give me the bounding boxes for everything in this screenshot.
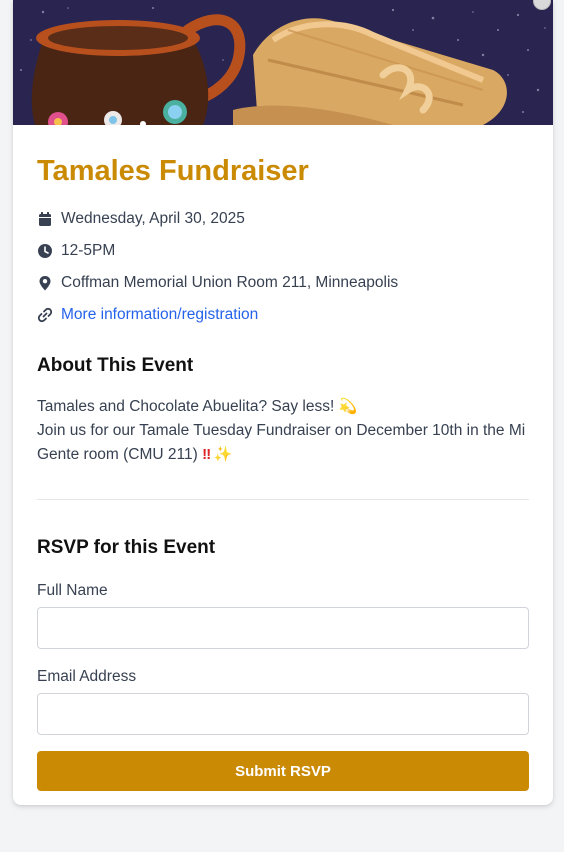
about-heading: About This Event — [37, 355, 194, 376]
email-label: Email Address — [37, 668, 137, 685]
event-card: Tamales Fundraiser Wednesday, April 30, … — [13, 0, 553, 805]
section-divider — [37, 499, 529, 500]
full-name-label: Full Name — [37, 582, 108, 599]
description-text-2: Join us for our Tamale Tuesday Fundraise… — [37, 422, 526, 463]
calendar-icon — [37, 211, 53, 227]
map-pin-icon — [37, 275, 53, 291]
email-input[interactable] — [37, 693, 529, 735]
event-link-row: More information/registration — [37, 299, 529, 331]
description-text-1: Tamales and Chocolate Abuelita? Say less… — [37, 398, 335, 415]
event-time: 12-5PM — [61, 242, 116, 259]
event-details: Wednesday, April 30, 2025 12-5PM Coffman… — [37, 203, 529, 331]
event-banner-image — [13, 0, 553, 125]
tamales-illustration — [13, 0, 553, 125]
clock-icon — [37, 243, 53, 259]
double-exclamation-icon: ‼ — [202, 446, 211, 463]
description-line-2: Join us for our Tamale Tuesday Fundraise… — [37, 419, 529, 467]
more-info-link[interactable]: More information/registration — [61, 306, 258, 324]
link-icon — [37, 307, 53, 323]
dizzy-emoji-icon: 💫 — [338, 398, 358, 415]
event-title: Tamales Fundraiser — [37, 155, 309, 187]
sparkles-icon: ✨ — [213, 446, 233, 463]
submit-rsvp-button[interactable]: Submit RSVP — [37, 751, 529, 791]
event-time-row: 12-5PM — [37, 235, 529, 267]
rsvp-heading: RSVP for this Event — [37, 537, 216, 558]
description-line-1: Tamales and Chocolate Abuelita? Say less… — [37, 395, 529, 419]
event-date-row: Wednesday, April 30, 2025 — [37, 203, 529, 235]
full-name-input[interactable] — [37, 607, 529, 649]
event-date: Wednesday, April 30, 2025 — [61, 210, 245, 227]
event-location: Coffman Memorial Union Room 211, Minneap… — [61, 274, 399, 291]
event-location-row: Coffman Memorial Union Room 211, Minneap… — [37, 267, 529, 299]
event-description: Tamales and Chocolate Abuelita? Say less… — [37, 395, 529, 467]
